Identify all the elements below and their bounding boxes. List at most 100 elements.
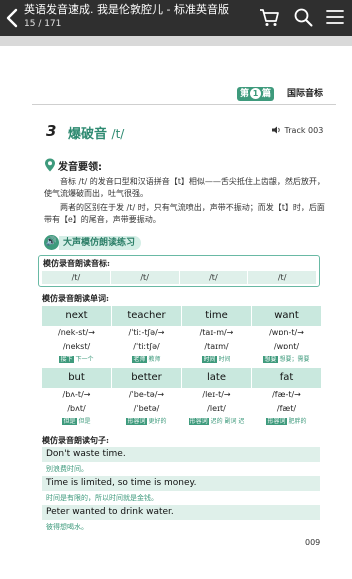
meaning-tag: 老师 [132,356,147,363]
sentence-block: Don't waste time. 别浪费时间。 [42,447,320,476]
search-icon[interactable] [292,6,314,28]
phonetic-label: 模仿录音朗读音标: [43,258,110,268]
word-card: time /taɪ-m/→ /taɪm/ 时间 时间 [182,306,251,366]
word-ipa: /ˈtiːtʃə/ [133,342,160,351]
requirements-heading: 发音要领: [58,162,102,173]
word-syllables: /fæ-t/→ [272,390,301,399]
word-meaning: 但是 但是 [42,416,111,428]
book-title: 英语发音速成. 我是伦敦腔儿 - 标准英音版 [24,3,229,16]
sentence-english: Peter wanted to drink water. [42,505,320,520]
requirements-line: 使气流爆破而出，吐气很强。 [44,189,148,198]
meaning-text: 肥胖的 [288,418,307,425]
sentence-block: Peter wanted to drink water. 彼得想喝水。 [42,505,320,534]
word: teacher [112,306,181,326]
badge-number: 1 [250,88,262,99]
meaning-tag: 形容词 [188,418,209,425]
word: but [42,368,111,388]
sentence-chinese: 别浪费时间。 [46,465,88,473]
section-number: 3 [46,122,57,140]
section-title: 爆破音 /t/ [68,123,124,142]
phonetic-cell: /t/ [42,271,110,284]
phonetic-practice-box: 模仿录音朗读音标: /t/ /t/ /t/ /t/ [38,255,320,287]
menu-icon[interactable] [324,6,346,28]
word-card: late /leɪ-t/→ /leɪt/ 形容词 迟的 副词 迟 [182,368,251,428]
meaning-text: 更好的 [148,418,167,425]
meaning-tag: 想要 [263,356,278,363]
page-indicator: 15 / 171 [24,19,62,29]
meaning-text: 下一个 [75,356,94,363]
sentences-label: 模仿录音朗读句子: [42,435,109,445]
badge-prefix: 第 [240,89,250,99]
word-card: better /ˈbe-tə/→ /ˈbetə/ 形容词 更好的 [112,368,181,428]
meaning-text: 但是 [78,418,91,425]
sentence-chinese: 时间是有限的，所以时间就是金钱。 [46,494,158,502]
word: late [182,368,251,388]
word-card: want /wɒn-t/→ /wɒnt/ 想要 想要；需要 [252,306,321,366]
meaning-tag: 接下 [59,356,74,363]
phonetic-cell: /t/ [109,271,179,284]
part-badge: 第1篇 [237,87,275,101]
meaning-tag: 但是 [62,418,77,425]
meaning-text: 时间 [218,356,231,363]
word: fat [252,368,321,388]
word-card: teacher /ˈtiː-tʃə/→ /ˈtiːtʃə/ 老师 教师 [112,306,181,366]
page-number: 009 [305,538,321,547]
header-divider [32,104,336,105]
words-label: 模仿录音朗读单词: [42,293,109,303]
badge-suffix: 篇 [262,89,272,99]
word-ipa: /bʌt/ [67,404,86,413]
word-meaning: 形容词 迟的 副词 迟 [182,416,251,428]
meaning-text: 迟的 副词 迟 [210,418,245,425]
cart-icon[interactable] [258,6,280,28]
book-page: 第1篇 国际音标 3 爆破音 /t/ Track 003 发音要领: 音标 /t… [0,46,352,579]
word-ipa: /wɒnt/ [273,342,300,351]
word: want [252,306,321,326]
word-table-row-1: next /nek-st/→ /nekst/ 接下 下一个 teacher /ˈt… [42,306,321,368]
word: next [42,306,111,326]
word-syllables: /nek-st/→ [58,328,95,337]
sentence-english: Time is limited, so time is money. [42,476,320,491]
section-ipa: /t/ [111,127,125,141]
word-syllables: /taɪ-m/→ [199,328,234,337]
sentence-english: Don't waste time. [42,447,320,462]
track-label: Track 003 [284,126,324,135]
word-ipa: /ˈbetə/ [133,404,160,413]
speaker-icon: 🔊 [44,235,59,250]
word: time [182,306,251,326]
back-arrow-icon[interactable] [2,6,24,30]
meaning-text: 教师 [148,356,161,363]
word-syllables: /wɒn-t/→ [269,328,304,337]
word-ipa: /fæt/ [276,404,297,413]
requirements-line: 音标 /t/ 的发音口型和汉语拼音【t】相似——舌尖抵住上齿龈，然后放开， [60,177,325,186]
meaning-tag: 时间 [202,356,217,363]
requirements-line: 带有【e】的尾音，声带要振动。 [44,215,161,224]
word-card: but /bʌ-t/→ /bʌt/ 但是 但是 [42,368,111,428]
word: better [112,368,181,388]
sentence-chinese: 彼得想喝水。 [46,523,88,531]
unit-title: 国际音标 [287,89,324,99]
word-syllables: /leɪ-t/→ [202,390,231,399]
word-ipa: /leɪt/ [207,404,226,413]
word-meaning: 想要 想要；需要 [252,354,321,366]
word-meaning: 形容词 更好的 [112,416,181,428]
practice-heading: 🔊 大声模仿朗读练习 [44,235,174,251]
word-meaning: 时间 时间 [182,354,251,366]
practice-heading-text: 大声模仿朗读练习 [59,236,142,250]
word-card: fat /fæ-t/→ /fæt/ 形容词 肥胖的 [252,368,321,428]
word-meaning: 形容词 肥胖的 [252,416,321,428]
phonetic-cell: /t/ [247,271,316,284]
section-title-text: 爆破音 [68,127,108,142]
word-syllables: /bʌ-t/→ [62,390,91,399]
phonetic-row: /t/ /t/ /t/ /t/ [42,271,316,284]
phonetic-cell: /t/ [178,271,248,284]
sentence-block: Time is limited, so time is money. 时间是有限… [42,476,320,505]
word-meaning: 老师 教师 [112,354,181,366]
meaning-tag: 形容词 [266,418,287,425]
requirements-line: 两者的区别在于发 /t/ 时，只有气流喷出，声带不振动；而发【t】时，后面 [60,203,325,212]
word-meaning: 接下 下一个 [42,354,111,366]
speaker-icon [272,126,280,134]
chapter-header: 第1篇 国际音标 [236,86,336,102]
meaning-tag: 形容词 [126,418,147,425]
meaning-text: 想要；需要 [279,356,310,363]
audio-track[interactable]: Track 003 [272,126,323,135]
